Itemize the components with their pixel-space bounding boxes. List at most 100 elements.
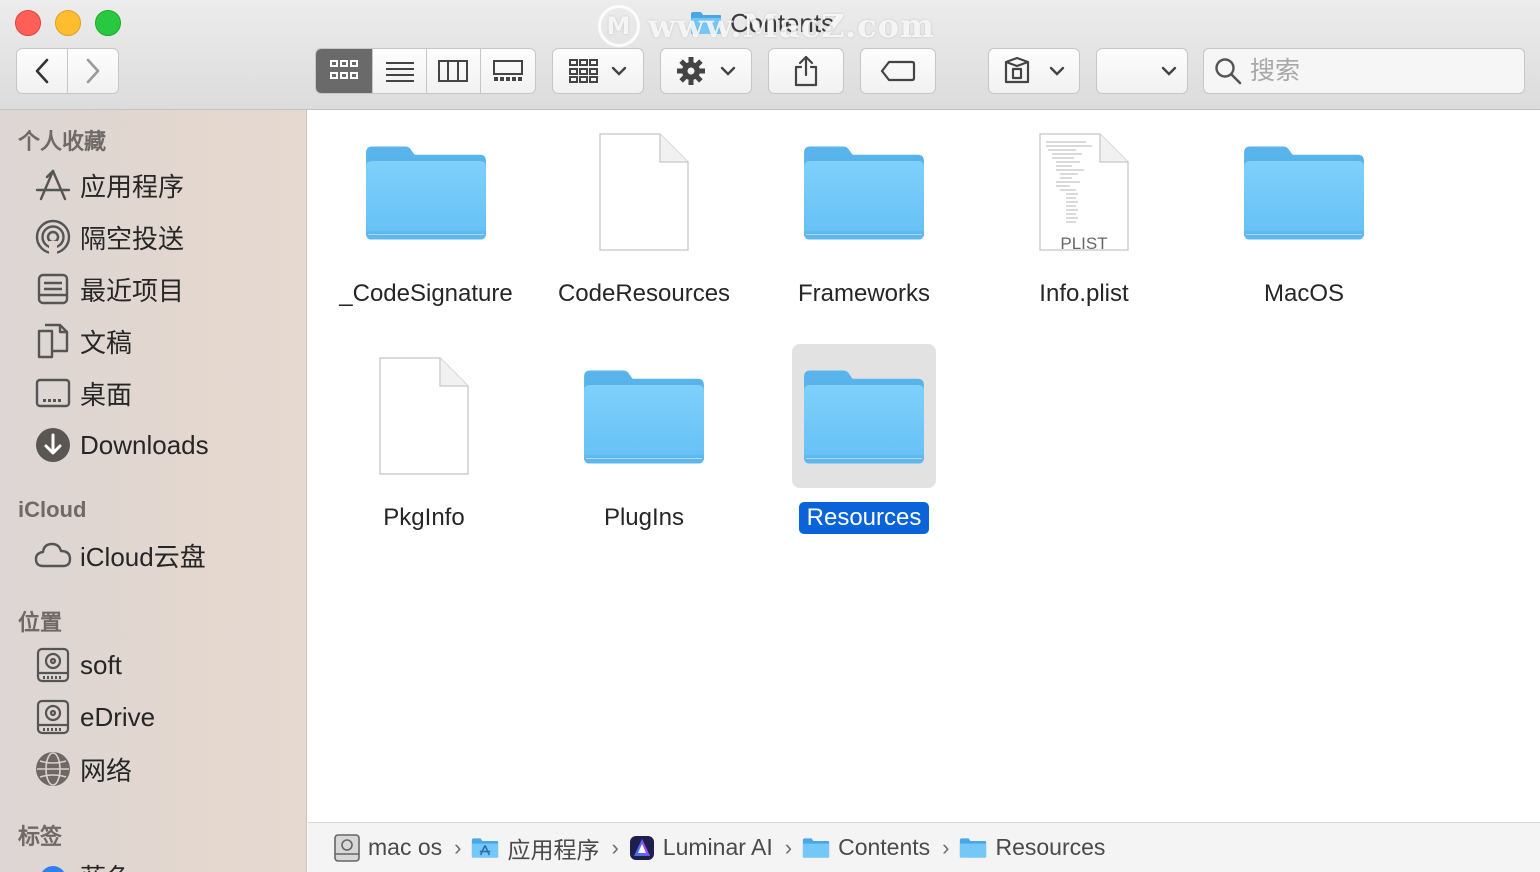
gear-icon — [677, 57, 705, 85]
action-menu-button[interactable] — [660, 48, 752, 94]
path-crumb-label: Luminar AI — [662, 834, 773, 860]
search-input[interactable] — [1250, 56, 1510, 86]
share-button[interactable] — [768, 48, 844, 94]
path-crumb-resources[interactable]: Resources — [959, 834, 1105, 861]
zoom-window-button[interactable] — [95, 10, 121, 36]
sidebar-item-icloud-drive[interactable]: iCloud云盘 — [34, 533, 294, 577]
box-icon — [1004, 56, 1030, 84]
file-item-info-plist[interactable]: Info.plist PLIST — [974, 120, 1194, 320]
chevron-down-icon — [720, 66, 736, 76]
luminar-app-icon — [629, 835, 654, 860]
disk-icon — [34, 698, 72, 736]
columns-icon — [438, 60, 469, 82]
sidebar-item-applications[interactable]: 应用程序 — [34, 163, 294, 207]
file-item-macos[interactable]: MacOS — [1194, 120, 1414, 320]
document-icon — [572, 120, 716, 264]
folder-icon — [354, 120, 498, 264]
file-name: PkgInfo — [383, 504, 465, 531]
view-mode-group — [315, 48, 536, 94]
sidebar-item-label: 文稿 — [80, 327, 133, 358]
sidebar-item-recents[interactable]: 最近项目 — [34, 267, 294, 311]
sidebar-item-label: 隔空投送 — [80, 223, 185, 254]
file-item-plugins[interactable]: PlugIns — [534, 344, 754, 544]
sidebar-item-downloads[interactable]: Downloads — [34, 423, 294, 467]
sidebar-item-label: eDrive — [80, 701, 156, 732]
downloads-icon — [34, 426, 72, 464]
chevron-right-icon: › — [611, 834, 619, 860]
applications-icon — [34, 166, 72, 204]
sidebar-item-documents[interactable]: 文稿 — [34, 319, 294, 363]
forward-button[interactable] — [68, 49, 119, 93]
grid-icon — [330, 60, 359, 79]
search-field[interactable] — [1203, 48, 1525, 94]
file-item-resources[interactable]: Resources — [754, 344, 974, 544]
sidebar-header-tags: 标签 — [18, 824, 63, 849]
path-bar: mac os › 应用程序 › Luminar AI › Contents › … — [308, 822, 1540, 872]
file-item-frameworks[interactable]: Frameworks — [754, 120, 974, 320]
edit-tags-button[interactable] — [860, 48, 936, 94]
empty-dropdown-button[interactable] — [1096, 48, 1188, 94]
folder-icon — [792, 344, 936, 488]
applications-folder-icon — [471, 837, 499, 859]
chevron-down-icon — [1161, 66, 1177, 76]
minimize-window-button[interactable] — [55, 10, 81, 36]
extension-menu-button[interactable] — [988, 48, 1080, 94]
navigation-group — [16, 48, 119, 94]
folder-icon — [959, 837, 987, 859]
close-window-button[interactable] — [15, 10, 41, 36]
path-crumb-label: Contents — [838, 834, 931, 860]
sidebar-item-label: iCloud云盘 — [80, 541, 206, 572]
path-crumb-mac-os[interactable]: mac os › — [334, 833, 465, 862]
sidebar-item-label: 应用程序 — [80, 171, 185, 202]
chevron-right-icon: › — [454, 834, 462, 860]
airdrop-icon — [34, 218, 72, 256]
group-grid-icon — [569, 59, 598, 83]
sidebar-item-label: 桌面 — [80, 379, 133, 410]
file-item-coderesources[interactable]: CodeResources — [534, 120, 754, 320]
list-icon — [385, 62, 414, 82]
recents-icon — [34, 270, 72, 308]
file-name-selected: Resources — [798, 502, 930, 534]
gallery-view-button[interactable] — [481, 49, 535, 93]
file-item-pkginfo[interactable]: PkgInfo — [314, 344, 534, 544]
sidebar-header-favorites: 个人收藏 — [18, 129, 107, 154]
path-crumb-label: Resources — [995, 834, 1106, 860]
path-crumb-label: 应用程序 — [507, 836, 600, 863]
sidebar-item-soft[interactable]: soft — [34, 643, 294, 687]
share-icon — [794, 55, 818, 87]
chevron-down-icon — [611, 66, 627, 76]
sidebar-item-desktop[interactable]: 桌面 — [34, 371, 294, 415]
chevron-right-icon — [86, 58, 100, 84]
documents-icon — [34, 322, 72, 360]
tag-color-dot[interactable] — [40, 866, 66, 872]
folder-icon — [572, 344, 716, 488]
sidebar-item-network[interactable]: 网络 — [34, 747, 294, 791]
path-crumb-contents[interactable]: Contents › — [802, 834, 953, 861]
group-by-button[interactable] — [552, 48, 644, 94]
sidebar-item-tag-blue[interactable]: 蓝色 — [80, 858, 132, 872]
path-crumb-luminar-ai[interactable]: Luminar AI › — [629, 834, 796, 861]
network-icon — [34, 750, 72, 788]
sidebar-item-label: Downloads — [80, 429, 209, 460]
back-button[interactable] — [17, 49, 68, 93]
list-view-button[interactable] — [373, 49, 427, 93]
sidebar-item-label: 网络 — [80, 755, 133, 786]
chevron-right-icon: › — [784, 834, 793, 860]
icon-view-button[interactable] — [316, 49, 374, 93]
document-icon — [352, 344, 496, 488]
file-name: Frameworks — [797, 280, 930, 307]
file-item-codesignature[interactable]: _CodeSignature — [316, 120, 536, 320]
chevron-right-icon: › — [942, 834, 950, 860]
sidebar-item-edrive[interactable]: eDrive — [34, 695, 294, 739]
desktop-icon — [34, 374, 72, 412]
tag-icon — [880, 60, 916, 82]
sidebar-item-airdrop[interactable]: 隔空投送 — [34, 215, 294, 259]
plist-badge: PLIST — [1060, 234, 1108, 253]
watermark-logo: M — [598, 5, 640, 47]
search-icon — [1215, 58, 1242, 85]
path-crumb-applications[interactable]: 应用程序 › — [471, 831, 622, 865]
column-view-button[interactable] — [427, 49, 481, 93]
folder-icon — [792, 120, 936, 264]
path-crumb-label: mac os — [368, 834, 443, 860]
cloud-icon — [34, 536, 72, 574]
